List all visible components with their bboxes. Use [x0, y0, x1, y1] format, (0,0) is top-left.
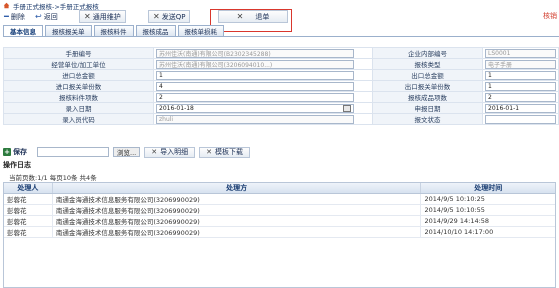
- import-amount-field[interactable]: 1: [156, 70, 354, 80]
- form-row: 报核料件项数 2 报核成品项数 2: [3, 91, 559, 103]
- back-arrow-icon: ↩: [35, 12, 42, 21]
- cell-time: 2014/9/5 10:10:55: [424, 206, 485, 214]
- cell-handler: 彭蓉花: [4, 205, 53, 215]
- tab-declaration[interactable]: 报核报关单: [45, 25, 92, 36]
- table-row[interactable]: 彭蓉花 南通金海通技术信息服务有限公司(3206990029) 2014/9/5…: [4, 194, 555, 205]
- general-maint-label: 通用维护: [92, 12, 121, 21]
- field-label: 企业内部编号: [372, 47, 483, 59]
- pager-info: 当前页数:1/1 每页10条 共4条: [9, 174, 97, 182]
- cell-party: 南通金海通技术信息服务有限公司(3206990029): [53, 205, 422, 215]
- cell-party: 南通金海通技术信息服务有限公司(3206990029): [53, 216, 422, 226]
- save-label: 保存: [13, 148, 27, 156]
- entry-date-value: 2016-01-18: [159, 104, 194, 112]
- field-label: 申报日期: [372, 102, 483, 114]
- log-title: 操作日志: [3, 161, 31, 169]
- form-row: 进口总金额 1 出口总金额 1: [3, 69, 559, 81]
- material-count-field[interactable]: 2: [156, 92, 354, 102]
- tab-bar: 基本信息 报核报关单 报核料件 报核成品 报核单损耗: [3, 25, 224, 36]
- field-label: 进口总金额: [3, 69, 154, 81]
- action-bar: + 保存 浏览... ✕ 导入明细 ✕ 模板下载: [3, 145, 250, 159]
- form-row: 进口报关单份数 4 出口报关单份数 1: [3, 80, 559, 92]
- calendar-icon[interactable]: [343, 104, 351, 112]
- general-maint-button[interactable]: ✕ 通用维护: [79, 10, 126, 23]
- back-button[interactable]: ↩ 返回: [35, 10, 58, 23]
- check-type-field[interactable]: 电子手册: [485, 59, 556, 69]
- table-row[interactable]: 彭蓉花 南通金海通技术信息服务有限公司(3206990029) 2014/9/5…: [4, 205, 555, 216]
- message-status-field[interactable]: [485, 114, 556, 124]
- back-label: 返回: [43, 12, 58, 21]
- delete-label: 删除: [10, 12, 25, 21]
- tab-basic-info[interactable]: 基本信息: [3, 25, 43, 36]
- operator-code-field[interactable]: zhuli: [156, 114, 354, 124]
- check-link[interactable]: 核销: [543, 11, 557, 21]
- template-label: 模板下载: [214, 148, 243, 156]
- field-label: 出口总金额: [372, 69, 483, 81]
- table-row[interactable]: 彭蓉花 南通金海通技术信息服务有限公司(3206990029) 2014/10/…: [4, 227, 555, 238]
- operator-field[interactable]: 苏州佳沃(南通)有限公司(3206094010...): [156, 59, 354, 69]
- minus-icon: ━: [4, 12, 9, 21]
- file-path-input[interactable]: [37, 147, 109, 157]
- export-amount-field[interactable]: 1: [485, 70, 556, 80]
- home-icon[interactable]: [3, 2, 10, 9]
- field-label: 报核类型: [372, 58, 483, 70]
- cell-handler: 彭蓉花: [4, 227, 53, 237]
- field-label: 报核成品项数: [372, 91, 483, 103]
- field-label: 报文状态: [372, 113, 483, 125]
- tools-icon: ✕: [151, 148, 158, 156]
- form-row: 经营单位/加工单位 苏州佳沃(南通)有限公司(3206094010...) 报核…: [3, 58, 559, 70]
- delete-button[interactable]: ━ 删除: [4, 10, 25, 23]
- table-row[interactable]: 彭蓉花 南通金海通技术信息服务有限公司(3206990029) 2014/9/2…: [4, 216, 555, 227]
- tab-loss[interactable]: 报核单损耗: [177, 25, 224, 36]
- cell-time: 2014/9/29 14:14:58: [424, 217, 490, 225]
- field-label: 录入日期: [3, 102, 154, 114]
- tools-icon: ✕: [153, 12, 160, 21]
- declare-date-field[interactable]: 2016-01-1: [485, 103, 556, 113]
- header-time[interactable]: 处理时间: [421, 183, 555, 193]
- header-party[interactable]: 处理方: [53, 183, 422, 193]
- cell-time: 2014/9/5 10:10:25: [424, 195, 485, 203]
- internal-no-field[interactable]: LS0001: [485, 48, 556, 58]
- tools-icon: ✕: [84, 12, 91, 21]
- plus-icon: +: [3, 148, 11, 156]
- field-label: 经营单位/加工单位: [3, 58, 154, 70]
- field-label: 手册编号: [3, 47, 154, 59]
- cell-party: 南通金海通技术信息服务有限公司(3206990029): [53, 194, 422, 204]
- header-handler[interactable]: 处理人: [4, 183, 53, 193]
- cell-handler: 彭蓉花: [4, 216, 53, 226]
- tab-products[interactable]: 报核成品: [135, 25, 176, 36]
- form-row: 录入员代码 zhuli 报文状态: [3, 113, 559, 125]
- basic-info-form: 手册编号 苏州佳沃(南通)有限公司(B2302345288) 企业内部编号 LS…: [3, 47, 559, 125]
- table-header: 处理人 处理方 处理时间: [4, 183, 555, 194]
- field-label: 出口报关单份数: [372, 80, 483, 92]
- breadcrumb: 手册正式报核->手册正式报核: [3, 1, 99, 11]
- export-decl-count-field[interactable]: 1: [485, 81, 556, 91]
- field-label: 进口报关单份数: [3, 80, 154, 92]
- cell-party: 南通金海通技术信息服务有限公司(3206990029): [53, 227, 422, 237]
- cell-time: 2014/10/10 14:17:00: [424, 228, 494, 236]
- import-detail-button[interactable]: ✕ 导入明细: [144, 146, 196, 158]
- save-button[interactable]: + 保存: [3, 147, 27, 157]
- browse-button[interactable]: 浏览...: [113, 147, 141, 157]
- form-row: 录入日期 2016-01-18 申报日期 2016-01-1: [3, 102, 559, 114]
- template-download-button[interactable]: ✕ 模板下载: [199, 146, 250, 158]
- send-qp-label: 发送QP: [161, 12, 186, 21]
- tab-divider: [3, 36, 559, 37]
- import-label: 导入明细: [160, 148, 189, 156]
- field-label: 报核料件项数: [3, 91, 154, 103]
- tab-materials[interactable]: 报核料件: [93, 25, 134, 36]
- import-decl-count-field[interactable]: 4: [156, 81, 354, 91]
- entry-date-field[interactable]: 2016-01-18: [156, 103, 354, 113]
- send-qp-button[interactable]: ✕ 发送QP: [148, 10, 191, 23]
- field-label: 录入员代码: [3, 113, 154, 125]
- cell-handler: 彭蓉花: [4, 194, 53, 204]
- product-count-field[interactable]: 2: [485, 92, 556, 102]
- handbook-no-field[interactable]: 苏州佳沃(南通)有限公司(B2302345288): [156, 48, 354, 58]
- breadcrumb-text: 手册正式报核->手册正式报核: [13, 2, 99, 11]
- operation-log-table: 处理人 处理方 处理时间 彭蓉花 南通金海通技术信息服务有限公司(3206990…: [3, 182, 556, 288]
- tools-icon: ✕: [206, 148, 212, 156]
- form-row: 手册编号 苏州佳沃(南通)有限公司(B2302345288) 企业内部编号 LS…: [3, 47, 559, 59]
